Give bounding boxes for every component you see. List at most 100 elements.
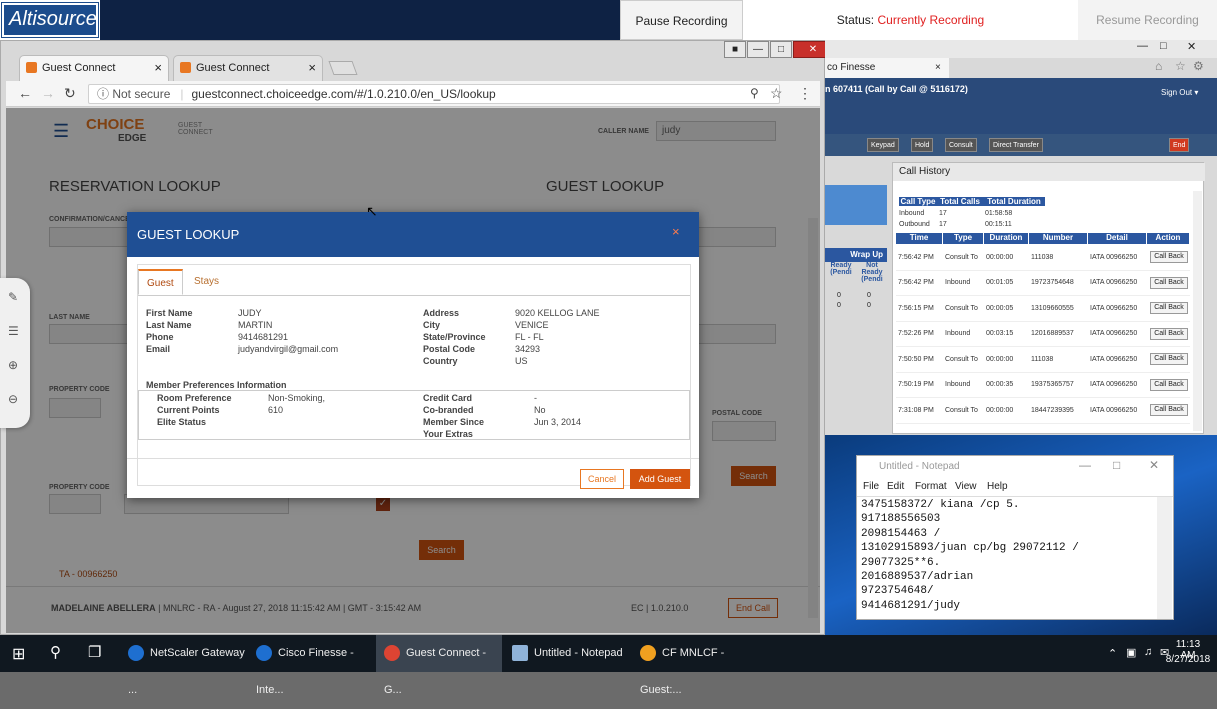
url-text: guestconnect.choiceedge.com/#/1.0.210.0/… — [191, 87, 496, 101]
volume-icon[interactable]: ♫ — [1144, 646, 1152, 658]
modal-close-icon[interactable]: × — [672, 224, 680, 239]
menu-file[interactable]: File — [863, 478, 879, 496]
maximize-icon[interactable]: □ — [1113, 458, 1120, 472]
zoom-out-icon[interactable]: ⊖ — [8, 392, 18, 406]
call-back-button[interactable]: Call Back — [1150, 378, 1188, 391]
not-ready-pending-label: Not Ready (Pendi — [861, 262, 883, 283]
city-value: VENICE — [515, 320, 549, 330]
call-history-scrollbar[interactable] — [1193, 191, 1202, 431]
tab-guest-connect-2[interactable]: Guest Connect × — [173, 55, 323, 81]
call-history-cell: 111038 — [1031, 253, 1054, 261]
keypad-button[interactable]: Keypad — [867, 138, 899, 152]
tab-close-icon[interactable]: × — [154, 56, 162, 80]
windows-start-icon[interactable]: ⊞ — [12, 644, 25, 664]
taskbar-item-netscaler[interactable]: NetScaler Gateway ... — [120, 635, 246, 696]
end-call-finesse-button[interactable]: End — [1169, 138, 1190, 152]
search-icon[interactable]: ⚲ — [50, 643, 61, 661]
call-history-cell: 7:56:15 PM — [898, 304, 934, 312]
tray-chevron-icon[interactable]: ⌃ — [1108, 647, 1117, 660]
search-icon[interactable]: ⚲ — [750, 86, 759, 100]
status-label: Status: — [836, 13, 875, 27]
col-number[interactable]: Number — [1029, 233, 1087, 244]
task-view-icon[interactable]: ❐ — [88, 643, 101, 661]
tab-cisco-finesse[interactable]: co Finesse × — [825, 58, 949, 78]
bookmark-star-icon[interactable]: ☆ — [770, 85, 783, 102]
finesse-call-toolbar: Keypad Hold Consult Direct Transfer End — [825, 134, 1217, 156]
back-arrow-icon[interactable]: ← — [18, 85, 32, 101]
direct-transfer-button[interactable]: Direct Transfer — [989, 138, 1043, 152]
notepad-text-area[interactable]: 3475158372/ kiana /cp 5. 917188556503 20… — [861, 498, 1079, 613]
call-history-cell: Consult To — [945, 304, 978, 312]
taskbar-item-notepad[interactable]: Untitled - Notepad — [504, 635, 630, 672]
col-time[interactable]: Time — [896, 233, 942, 244]
taskbar-item-finesse[interactable]: Cisco Finesse - Inte... — [248, 635, 374, 696]
taskbar-item-cf-mnlcf[interactable]: CF MNLCF - Guest:... — [632, 635, 758, 696]
call-back-button[interactable]: Call Back — [1150, 276, 1188, 289]
first-name-label: First Name — [146, 308, 193, 318]
close-icon[interactable]: ✕ — [1187, 40, 1196, 53]
taskbar-item-guest-connect[interactable]: Guest Connect - G... — [376, 635, 502, 696]
call-back-button[interactable]: Call Back — [1150, 404, 1188, 417]
tab-stays[interactable]: Stays — [186, 269, 227, 295]
cancel-button[interactable]: Cancel — [580, 469, 624, 489]
call-history-row: 7:56:15 PM Consult To 00:00:05 13109660555 I… — [896, 296, 1190, 322]
call-back-button[interactable]: Call Back — [1150, 302, 1188, 315]
pen-icon[interactable]: ✎ — [8, 290, 18, 304]
col-type[interactable]: Type — [943, 233, 983, 244]
clock-date[interactable]: 8/27/2018 — [1162, 654, 1214, 665]
guest-connect-favicon-icon — [26, 62, 37, 73]
hold-button[interactable]: Hold — [911, 138, 934, 152]
reload-icon[interactable]: ↻ — [64, 85, 76, 102]
settings-gear-icon[interactable]: ⚙ — [1193, 59, 1204, 73]
call-back-button[interactable]: Call Back — [1150, 251, 1188, 264]
zoom-in-icon[interactable]: ⊕ — [8, 358, 18, 372]
notepad-title: Untitled - Notepad — [857, 456, 1173, 478]
call-history-cell: 111038 — [1031, 355, 1054, 363]
close-icon[interactable]: ✕ — [1149, 458, 1159, 472]
call-history-cell: 00:03:15 — [986, 330, 1014, 338]
maximize-icon[interactable]: □ — [1160, 40, 1167, 52]
tab-guest[interactable]: Guest — [138, 269, 183, 295]
col-duration[interactable]: Duration — [984, 233, 1028, 244]
address-bar: ← → ↻ ⓘ Not secure | guestconnect.choiceed… — [6, 81, 820, 107]
menu-format[interactable]: Format — [915, 478, 947, 496]
sign-out-link[interactable]: Sign Out ▾ — [1161, 88, 1198, 97]
tab-close-icon[interactable]: × — [935, 58, 941, 78]
menu-dots-icon[interactable]: ⋮ — [798, 85, 812, 102]
summary-outbound-duration: 00:15:11 — [985, 221, 1012, 228]
finesse-call-info: n 607411 (Call by Call @ 5116172) — [825, 84, 968, 94]
highlighter-icon[interactable]: ☰ — [8, 324, 19, 338]
menu-help[interactable]: Help — [987, 478, 1008, 496]
user-icon[interactable]: ■ — [724, 41, 746, 58]
room-preference-label: Room Preference — [157, 393, 232, 403]
menu-edit[interactable]: Edit — [887, 478, 904, 496]
minimize-button[interactable]: — — [747, 41, 769, 58]
minimize-icon[interactable]: — — [1137, 40, 1148, 52]
call-back-button[interactable]: Call Back — [1150, 327, 1188, 340]
room-preference-value: Non-Smoking, — [268, 393, 326, 403]
last-name-value: MARTIN — [238, 320, 273, 330]
menu-view[interactable]: View — [955, 478, 977, 496]
minimize-icon[interactable]: — — [1079, 458, 1091, 472]
tab-divider — [138, 295, 690, 296]
maximize-button[interactable]: □ — [770, 41, 792, 58]
notepad-scrollbar[interactable] — [1157, 497, 1172, 619]
new-tab-button[interactable] — [328, 61, 358, 75]
pause-recording-button[interactable]: Pause Recording — [620, 0, 743, 40]
cisco-finesse-window: — □ ✕ co Finesse × ⌂ ☆ ⚙ n 607411 (Call … — [825, 40, 1217, 435]
home-icon[interactable]: ⌂ — [1155, 59, 1162, 73]
col-detail[interactable]: Detail — [1088, 233, 1146, 244]
not-ready-count-1: 0 — [867, 292, 871, 299]
resume-recording-button[interactable]: Resume Recording — [1078, 0, 1217, 40]
tab-guest-connect-1[interactable]: Guest Connect × — [19, 55, 169, 81]
forward-arrow-icon[interactable]: → — [41, 85, 55, 101]
call-back-button[interactable]: Call Back — [1150, 353, 1188, 366]
consult-button[interactable]: Consult — [945, 138, 977, 152]
col-action[interactable]: Action — [1147, 233, 1189, 244]
network-icon[interactable]: ▣ — [1126, 646, 1136, 659]
add-guest-button[interactable]: Add Guest — [630, 469, 690, 489]
tab-close-icon[interactable]: × — [308, 56, 316, 80]
favorites-star-icon[interactable]: ☆ — [1175, 59, 1186, 73]
call-history-cell: Inbound — [945, 330, 971, 338]
url-field[interactable]: ⓘ Not secure | guestconnect.choiceedge.com… — [88, 84, 780, 104]
